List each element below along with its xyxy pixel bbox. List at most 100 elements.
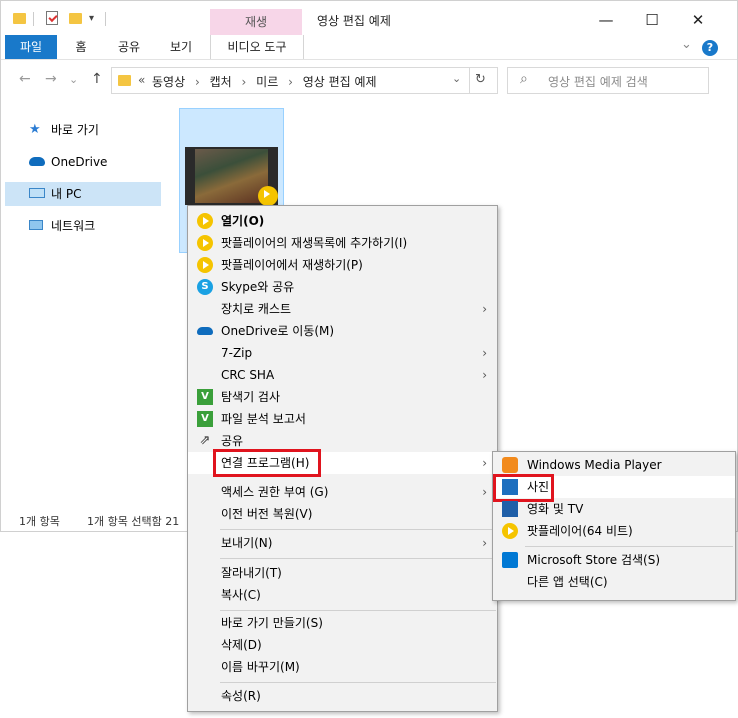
breadcrumb-separator[interactable]: › — [288, 75, 293, 89]
menu-item-label: CRC SHA — [221, 368, 275, 382]
menu-item-label: 탐색기 검사 — [221, 390, 281, 404]
menu-item-cast-to-device[interactable]: 장치로 캐스트 › — [188, 298, 497, 320]
help-icon[interactable]: ? — [702, 40, 718, 56]
menu-item-delete[interactable]: 삭제(D) — [188, 634, 497, 656]
potplayer-icon — [197, 213, 213, 229]
menu-item-label: 팟플레이어의 재생목록에 추가하기(I) — [221, 236, 408, 250]
customize-toolbar-icon[interactable]: ▾ — [89, 13, 94, 24]
chevron-right-icon: › — [482, 368, 487, 382]
submenu-item-windows-media-player[interactable]: Windows Media Player — [493, 454, 735, 476]
potplayer-icon — [502, 523, 518, 539]
menu-item-label: Skype와 공유 — [221, 280, 295, 294]
sidebar-item-this-pc[interactable]: 내 PC — [5, 182, 161, 206]
potplayer-badge-icon — [258, 186, 278, 206]
submenu-item-label: 팟플레이어(64 비트) — [527, 524, 633, 538]
breadcrumb-item[interactable]: 캡처 — [210, 75, 232, 89]
sidebar-item-network[interactable]: 네트워크 — [5, 214, 161, 238]
menu-item-send-to[interactable]: 보내기(N) › — [188, 532, 497, 554]
address-bar[interactable]: « 동영상 › 캡처 › 미르 › 영상 편집 예제 ⌄ ↻ — [111, 67, 498, 94]
ribbon-divider — [1, 59, 737, 60]
wmp-icon — [502, 457, 518, 473]
search-input[interactable]: ⌕ 영상 편집 예제 검색 — [507, 67, 709, 94]
menu-divider — [220, 529, 496, 530]
star-icon: ★ — [29, 122, 41, 137]
menu-item-label: 파일 분석 보고서 — [221, 412, 306, 426]
menu-item-label: 이름 바꾸기(M) — [221, 660, 300, 674]
breadcrumb-item[interactable]: 미르 — [256, 75, 278, 89]
submenu-item-potplayer-64[interactable]: 팟플레이어(64 비트) — [493, 520, 735, 542]
menu-item-properties[interactable]: 속성(R) — [188, 685, 497, 707]
menu-item-cut[interactable]: 잘라내기(T) — [188, 562, 497, 584]
window-title: 영상 편집 예제 — [317, 14, 391, 28]
up-button[interactable]: ↑ — [91, 71, 103, 87]
pc-icon — [29, 188, 45, 198]
menu-item-move-to-onedrive[interactable]: OneDrive로 이동(M) — [188, 320, 497, 342]
cloud-icon — [197, 327, 213, 335]
menu-item-skype-share[interactable]: S Skype와 공유 — [188, 276, 497, 298]
movies-tv-icon — [502, 501, 518, 517]
menu-item-label: 바로 가기 만들기(S) — [221, 616, 323, 630]
menu-item-v3-scan[interactable]: V 탐색기 검사 — [188, 386, 497, 408]
menu-item-rename[interactable]: 이름 바꾸기(M) — [188, 656, 497, 678]
menu-item-label: 잘라내기(T) — [221, 566, 282, 580]
menu-item-label: 복사(C) — [221, 588, 261, 602]
menu-item-potplayer-add-playlist[interactable]: 팟플레이어의 재생목록에 추가하기(I) — [188, 232, 497, 254]
tab-file[interactable]: 파일 — [5, 35, 57, 59]
breadcrumb-item[interactable]: 동영상 — [152, 75, 185, 89]
menu-item-label: 열기(O) — [221, 214, 265, 228]
sidebar-item-label: 네트워크 — [51, 219, 96, 233]
address-dropdown-button[interactable]: ⌄ — [452, 72, 461, 85]
sidebar-item-label: 내 PC — [51, 187, 82, 201]
close-button[interactable]: ✕ — [675, 8, 721, 32]
breadcrumb: 동영상 › 캡처 › 미르 › 영상 편집 예제 — [152, 73, 377, 90]
new-folder-icon[interactable] — [69, 13, 82, 24]
breadcrumb-separator[interactable]: › — [242, 75, 247, 89]
sidebar-item-label: OneDrive — [51, 155, 108, 169]
tab-view[interactable]: 보기 — [161, 35, 201, 59]
sidebar-item-onedrive[interactable]: OneDrive — [5, 150, 161, 174]
menu-item-copy[interactable]: 복사(C) — [188, 584, 497, 606]
refresh-button[interactable]: ↻ — [475, 72, 486, 87]
submenu-item-microsoft-store[interactable]: Microsoft Store 검색(S) — [493, 549, 735, 571]
breadcrumb-item[interactable]: 영상 편집 예제 — [303, 75, 377, 89]
sidebar-item-quick-access[interactable]: ★ 바로 가기 — [5, 118, 161, 142]
menu-item-label: 이전 버전 복원(V) — [221, 507, 313, 521]
menu-item-create-shortcut[interactable]: 바로 가기 만들기(S) — [188, 612, 497, 634]
tab-video-tools[interactable]: 비디오 도구 — [210, 35, 304, 59]
ribbon-collapse-icon[interactable]: ⌄ — [681, 37, 692, 52]
menu-item-open[interactable]: 열기(O) — [188, 210, 497, 232]
tab-share[interactable]: 공유 — [109, 35, 149, 59]
folder-icon — [118, 75, 131, 86]
minimize-button[interactable]: — — [583, 8, 629, 32]
properties-icon[interactable] — [46, 11, 58, 25]
maximize-button[interactable]: ☐ — [629, 8, 675, 32]
menu-item-label: 장치로 캐스트 — [221, 302, 292, 316]
submenu-item-movies-tv[interactable]: 영화 및 TV — [493, 498, 735, 520]
menu-item-file-analysis-report[interactable]: V 파일 분석 보고서 — [188, 408, 497, 430]
context-tab-group: 재생 — [210, 9, 302, 36]
forward-button[interactable]: → — [45, 71, 57, 87]
menu-item-crc-sha[interactable]: CRC SHA › — [188, 364, 497, 386]
chevron-right-icon: › — [482, 456, 487, 470]
overflow-button[interactable]: « — [138, 73, 145, 87]
menu-item-label: OneDrive로 이동(M) — [221, 324, 335, 338]
breadcrumb-separator[interactable]: › — [195, 75, 200, 89]
open-with-submenu: Windows Media Player 사진 영화 및 TV 팟플레이어(64… — [492, 451, 736, 601]
status-item-count: 1개 항목 — [19, 515, 60, 528]
chevron-right-icon: › — [482, 485, 487, 499]
folder-icon[interactable] — [13, 13, 26, 24]
back-button[interactable]: ← — [19, 71, 31, 87]
menu-item-7zip[interactable]: 7-Zip › — [188, 342, 497, 364]
menu-item-label: 팟플레이어에서 재생하기(P) — [221, 258, 363, 272]
menu-item-label: 속성(R) — [221, 689, 261, 703]
menu-item-restore-versions[interactable]: 이전 버전 복원(V) — [188, 503, 497, 525]
menu-item-potplayer-play[interactable]: 팟플레이어에서 재생하기(P) — [188, 254, 497, 276]
submenu-item-choose-another-app[interactable]: 다른 앱 선택(C) — [493, 571, 735, 593]
toolbar-divider — [33, 12, 34, 26]
tab-home[interactable]: 홈 — [63, 35, 99, 59]
menu-divider — [220, 682, 496, 683]
menu-item-label: 7-Zip — [221, 346, 253, 360]
recent-locations-button[interactable]: ⌄ — [69, 73, 78, 86]
v3-icon: V — [197, 411, 213, 427]
menu-item-give-access[interactable]: 액세스 권한 부여 (G) › — [188, 481, 497, 503]
